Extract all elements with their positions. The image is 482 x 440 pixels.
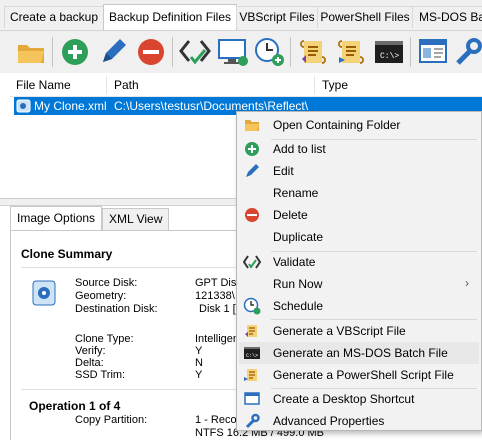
add-icon bbox=[243, 140, 261, 158]
delta-label: Delta: bbox=[75, 357, 104, 369]
menu-item-label: Duplicate bbox=[273, 230, 324, 244]
delete-icon bbox=[243, 206, 261, 224]
toolbar-separator bbox=[172, 37, 173, 67]
menu-item-label: Generate a PowerShell Script File bbox=[273, 368, 454, 382]
menu-item-label: Delete bbox=[273, 208, 308, 222]
shortcut-icon bbox=[243, 390, 261, 408]
ssd-trim-value: Y bbox=[195, 369, 203, 381]
menu-item-label: Edit bbox=[273, 164, 294, 178]
toolbar-separator bbox=[52, 37, 53, 67]
clone-type-label: Clone Type: bbox=[75, 333, 134, 345]
delete-icon[interactable] bbox=[134, 35, 168, 69]
edit-pencil-icon[interactable] bbox=[96, 35, 130, 69]
desktop-shortcut-icon[interactable] bbox=[416, 35, 450, 69]
run-now-icon[interactable] bbox=[216, 35, 250, 69]
generate-powershell-icon[interactable] bbox=[334, 35, 368, 69]
toolbar-separator bbox=[290, 37, 291, 67]
column-header-path[interactable]: Path bbox=[114, 78, 139, 92]
powershell-icon bbox=[243, 366, 261, 384]
ssd-trim-label: SSD Trim: bbox=[75, 369, 126, 381]
menu-item-generate-vbscript[interactable]: Generate a VBScript File bbox=[239, 320, 479, 342]
column-divider[interactable] bbox=[106, 76, 107, 94]
verify-label: Verify: bbox=[75, 345, 106, 357]
destination-disk-label: Destination Disk: bbox=[75, 303, 158, 315]
geometry-label: Geometry: bbox=[75, 290, 127, 302]
copy-partition-label: Copy Partition: bbox=[75, 414, 148, 426]
source-disk-label: Source Disk: bbox=[75, 277, 138, 289]
menu-item-run-now[interactable]: Run Now › bbox=[239, 273, 479, 295]
destination-disk-value: Disk 1 [ bbox=[199, 303, 236, 315]
svg-text:C:\>: C:\> bbox=[380, 52, 399, 61]
tab-image-options[interactable]: Image Options bbox=[10, 206, 103, 230]
tab-xml-view[interactable]: XML View bbox=[102, 208, 170, 230]
menu-item-label: Generate a VBScript File bbox=[273, 324, 406, 338]
menu-item-generate-powershell[interactable]: Generate a PowerShell Script File bbox=[239, 364, 479, 386]
toolbar: C:\> bbox=[0, 30, 482, 73]
divider bbox=[21, 267, 261, 268]
folder-icon bbox=[243, 116, 261, 134]
menu-item-label: Run Now bbox=[273, 277, 323, 291]
menu-item-advanced-properties[interactable]: Advanced Properties bbox=[239, 410, 479, 432]
generate-msdos-icon[interactable]: C:\> bbox=[372, 35, 406, 69]
menu-item-add-to-list[interactable]: Add to list bbox=[239, 138, 479, 160]
verify-value: Y bbox=[195, 345, 203, 357]
generate-vbscript-icon[interactable] bbox=[296, 35, 330, 69]
geometry-value: 121338\ bbox=[195, 290, 235, 302]
clone-summary-heading: Clone Summary bbox=[21, 247, 113, 261]
tab-create-a-backup[interactable]: Create a backup bbox=[4, 6, 104, 28]
wrench-icon bbox=[243, 412, 261, 430]
delta-value: N bbox=[195, 357, 203, 369]
menu-item-label: Schedule bbox=[273, 299, 324, 313]
file-list-header: File Name Path Type bbox=[10, 74, 482, 97]
clone-file-icon bbox=[16, 98, 32, 117]
menu-item-label: Add to list bbox=[273, 142, 326, 156]
schedule-icon bbox=[243, 297, 261, 315]
menu-item-generate-msdos-batch[interactable]: C:\> Generate an MS-DOS Batch File bbox=[239, 342, 479, 364]
menu-item-open-containing-folder[interactable]: Open Containing Folder bbox=[239, 114, 479, 136]
divider bbox=[21, 389, 261, 390]
context-menu: Open Containing Folder Add to list Edit … bbox=[236, 111, 482, 431]
clone-disk-icon bbox=[31, 279, 59, 310]
file-name-cell: My Clone.xml bbox=[34, 99, 107, 113]
tab-backup-definition-files[interactable]: Backup Definition Files bbox=[103, 4, 237, 30]
menu-item-create-desktop-shortcut[interactable]: Create a Desktop Shortcut bbox=[239, 388, 479, 410]
column-header-file-name[interactable]: File Name bbox=[16, 78, 71, 92]
tab-vbscript-files[interactable]: VBScript Files bbox=[236, 6, 318, 28]
tab-strip: Create a backup Backup Definition Files … bbox=[0, 0, 482, 30]
column-divider[interactable] bbox=[314, 76, 315, 94]
schedule-icon[interactable] bbox=[252, 35, 286, 69]
tab-powershell-files[interactable]: PowerShell Files bbox=[317, 6, 413, 28]
validate-icon[interactable] bbox=[178, 35, 212, 69]
menu-item-label: Create a Desktop Shortcut bbox=[273, 392, 415, 406]
folder-open-icon[interactable] bbox=[14, 35, 48, 69]
pencil-icon bbox=[243, 162, 261, 180]
menu-item-schedule[interactable]: Schedule bbox=[239, 295, 479, 317]
validate-icon bbox=[243, 253, 261, 271]
menu-item-label: Rename bbox=[273, 186, 319, 200]
column-header-type[interactable]: Type bbox=[322, 78, 348, 92]
menu-item-duplicate[interactable]: Duplicate bbox=[239, 226, 479, 248]
advanced-properties-icon[interactable] bbox=[452, 35, 482, 69]
menu-item-label: Open Containing Folder bbox=[273, 118, 401, 132]
tab-msdos-batch-files[interactable]: MS-DOS Bat bbox=[412, 6, 482, 28]
menu-item-label: Generate an MS-DOS Batch File bbox=[273, 346, 448, 360]
source-disk-value: GPT Disk bbox=[195, 277, 242, 289]
vbscript-icon bbox=[243, 322, 261, 340]
menu-item-label: Validate bbox=[273, 255, 316, 269]
submenu-arrow-icon: › bbox=[465, 276, 469, 290]
operation-heading: Operation 1 of 4 bbox=[29, 399, 121, 413]
toolbar-separator bbox=[410, 37, 411, 67]
menu-item-validate[interactable]: Validate bbox=[239, 251, 479, 273]
menu-item-rename[interactable]: Rename bbox=[239, 182, 479, 204]
add-icon[interactable] bbox=[58, 35, 92, 69]
menu-item-delete[interactable]: Delete bbox=[239, 204, 479, 226]
menu-item-label: Advanced Properties bbox=[273, 414, 385, 428]
menu-item-edit[interactable]: Edit bbox=[239, 160, 479, 182]
svg-text:C:\>: C:\> bbox=[246, 353, 258, 359]
msdos-icon: C:\> bbox=[243, 344, 261, 362]
